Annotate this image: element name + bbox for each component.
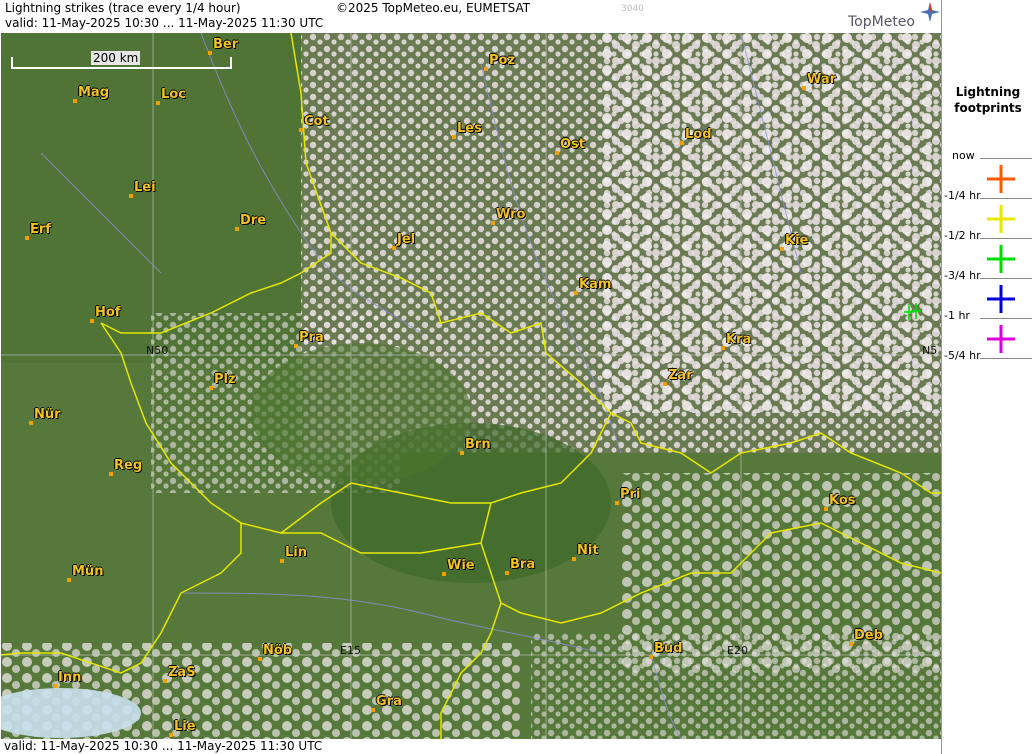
legend-item-one-hour: -1 hr — [942, 308, 1033, 353]
copyright: ©2025 TopMeteo.eu, EUMETSAT — [336, 1, 531, 15]
legend-item-three-quarter: -3/4 hr — [942, 268, 1033, 313]
valid-time: valid: 11-May-2025 10:30 ... 11-May-2025… — [5, 16, 324, 30]
coord-n50-right: N5 — [922, 344, 938, 357]
footer: valid: 11-May-2025 10:30 ... 11-May-2025… — [0, 739, 941, 754]
map-background — [1, 33, 941, 739]
compass-star-icon — [920, 2, 940, 22]
legend-item-now: now — [942, 148, 1033, 193]
logo: TopMeteo — [848, 14, 915, 30]
legend-title: Lightning footprints — [954, 85, 1022, 115]
legend-panel: Lightning footprints now -1/4 hr -1/2 hr… — [941, 0, 1033, 754]
map-code: 3040 — [621, 4, 644, 14]
map-title: Lightning strikes (trace every 1/4 hour) — [5, 1, 241, 15]
footer-valid-time: valid: 11-May-2025 10:30 ... 11-May-2025… — [4, 739, 323, 753]
satellite-map[interactable]: 200 km N50 N5 E15 E20 Ber Poz War Mag Lo… — [1, 33, 941, 739]
header: Lightning strikes (trace every 1/4 hour)… — [0, 0, 941, 32]
scale-label: 200 km — [91, 51, 141, 65]
coord-n50-left: N50 — [146, 344, 169, 357]
lightning-strike-marker[interactable] — [904, 303, 924, 321]
coord-e20: E20 — [727, 644, 748, 657]
legend-item-five-quarter: -5/4 hr — [942, 348, 1033, 388]
legend-item-quarter: -1/4 hr — [942, 188, 1033, 233]
coord-e15: E15 — [340, 644, 361, 657]
legend-item-half: -1/2 hr — [942, 228, 1033, 273]
